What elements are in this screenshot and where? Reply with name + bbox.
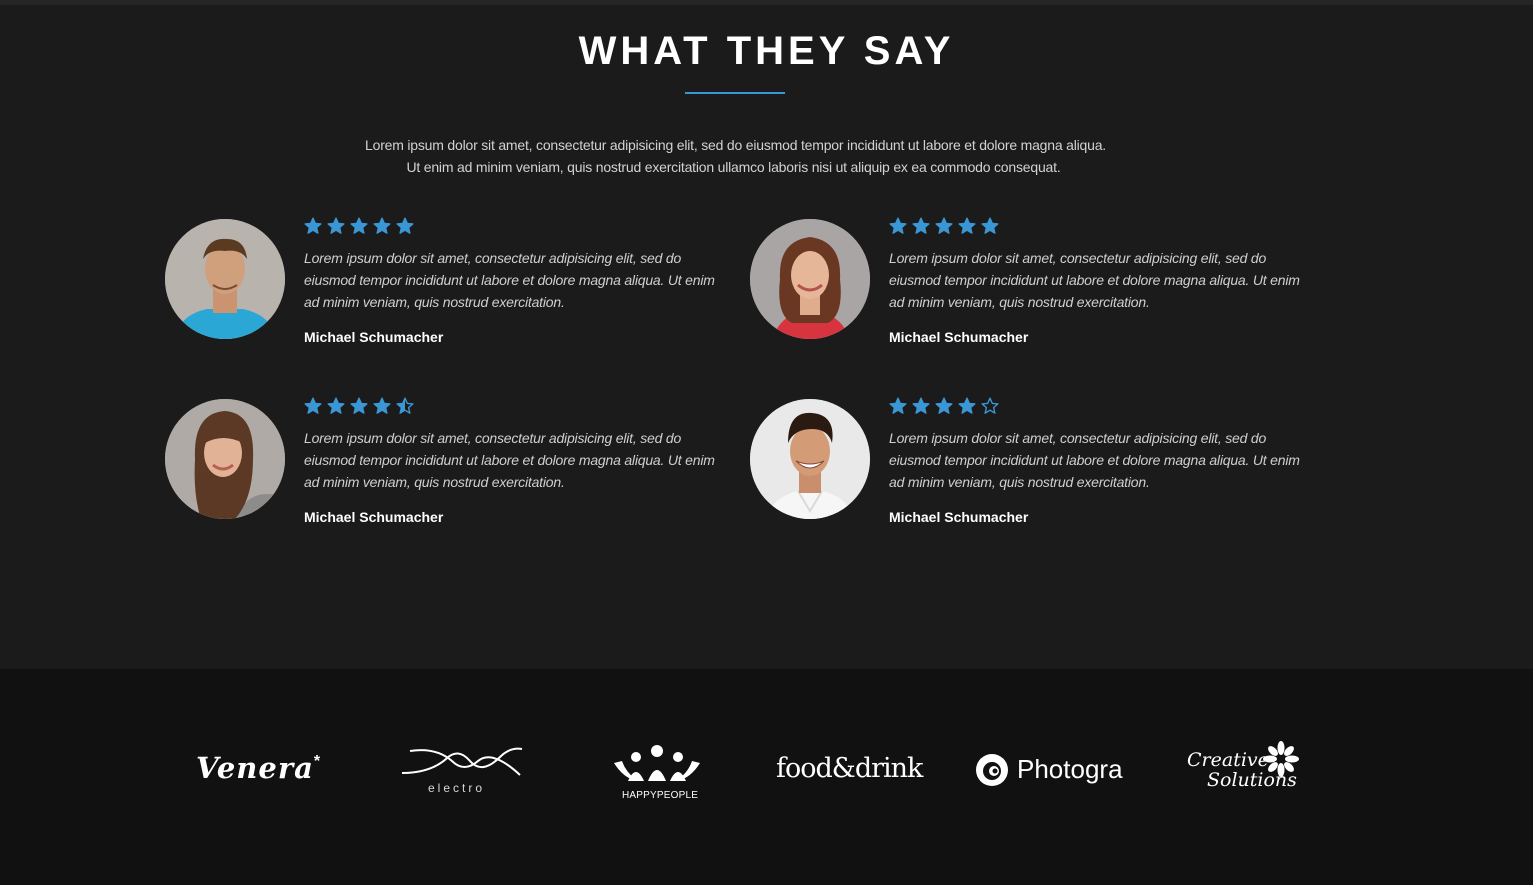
logo-creative-line1: Creative [1187, 749, 1269, 771]
logo-happypeople-text: HAPPYPEOPLE [622, 790, 699, 801]
rating-stars [889, 397, 999, 415]
star-full-icon [981, 217, 999, 234]
title-underline [685, 92, 785, 94]
star-full-icon [350, 217, 368, 234]
testimonial-quote: Lorem ipsum dolor sit amet, consectetur … [304, 430, 715, 490]
rating-stars [889, 217, 999, 235]
star-full-icon [958, 217, 976, 234]
star-full-icon [912, 217, 930, 234]
asterisk-icon: * [313, 753, 321, 770]
testimonial-author: Michael Schumacher [889, 509, 1029, 525]
partner-logos: Venera* electro HAPPYPEOPLE food&drink P… [0, 669, 1533, 885]
star-full-icon [304, 217, 322, 234]
section-intro: Lorem ipsum dolor sit amet, consectetur … [0, 134, 1533, 178]
logo-fooddrink-text: food&drink [776, 753, 923, 784]
star-full-icon [935, 397, 953, 414]
testimonial-author: Michael Schumacher [304, 329, 444, 345]
star-full-icon [935, 217, 953, 234]
rating-stars [304, 397, 414, 415]
avatar-photo [165, 399, 285, 519]
star-full-icon [912, 397, 930, 414]
happypeople-icon [614, 745, 700, 781]
logo-venera-text: Venera [196, 751, 314, 785]
avatar-photo [750, 399, 870, 519]
logo-fooddrink[interactable]: food&drink [776, 753, 923, 784]
star-full-icon [889, 217, 907, 234]
star-full-icon [327, 217, 345, 234]
star-half-icon [396, 397, 414, 414]
testimonial-author: Michael Schumacher [889, 329, 1029, 345]
star-full-icon [327, 397, 345, 414]
intro-line-1: Lorem ipsum dolor sit amet, consectetur … [365, 137, 1106, 153]
star-full-icon [958, 397, 976, 414]
star-full-icon [396, 217, 414, 234]
intro-line-2: Ut enim ad minim veniam, quis nostrud ex… [406, 159, 1061, 175]
flower-icon [1263, 741, 1299, 777]
testimonials-section: WHAT THEY SAY Lorem ipsum dolor sit amet… [0, 5, 1533, 669]
star-empty-icon [981, 397, 999, 414]
star-full-icon [304, 397, 322, 414]
testimonial-card-3: Lorem ipsum dolor sit amet, consectetur … [165, 397, 725, 529]
avatar-photo [165, 219, 285, 339]
logo-electro-text: electro [428, 781, 486, 795]
camera-lens-icon [976, 754, 1008, 786]
star-full-icon [373, 217, 391, 234]
electro-wave-icon [401, 747, 523, 776]
logo-photogra-text: Photogra [1017, 754, 1123, 784]
star-full-icon [889, 397, 907, 414]
logo-creative-solutions[interactable]: Creative Solutions [1185, 741, 1299, 801]
logo-electro[interactable]: electro [400, 743, 524, 799]
testimonial-card-1: Lorem ipsum dolor sit amet, consectetur … [165, 217, 725, 349]
testimonial-author: Michael Schumacher [304, 509, 444, 525]
star-full-icon [350, 397, 368, 414]
testimonial-card-2: Lorem ipsum dolor sit amet, consectetur … [750, 217, 1310, 349]
avatar-photo [750, 219, 870, 339]
testimonial-card-4: Lorem ipsum dolor sit amet, consectetur … [750, 397, 1310, 529]
section-title: WHAT THEY SAY [578, 29, 955, 73]
star-full-icon [373, 397, 391, 414]
testimonial-quote: Lorem ipsum dolor sit amet, consectetur … [304, 250, 715, 310]
logo-venera[interactable]: Venera* [196, 751, 320, 785]
rating-stars [304, 217, 414, 235]
testimonial-quote: Lorem ipsum dolor sit amet, consectetur … [889, 430, 1300, 490]
logo-happypeople[interactable]: HAPPYPEOPLE [610, 741, 704, 803]
testimonial-quote: Lorem ipsum dolor sit amet, consectetur … [889, 250, 1300, 310]
